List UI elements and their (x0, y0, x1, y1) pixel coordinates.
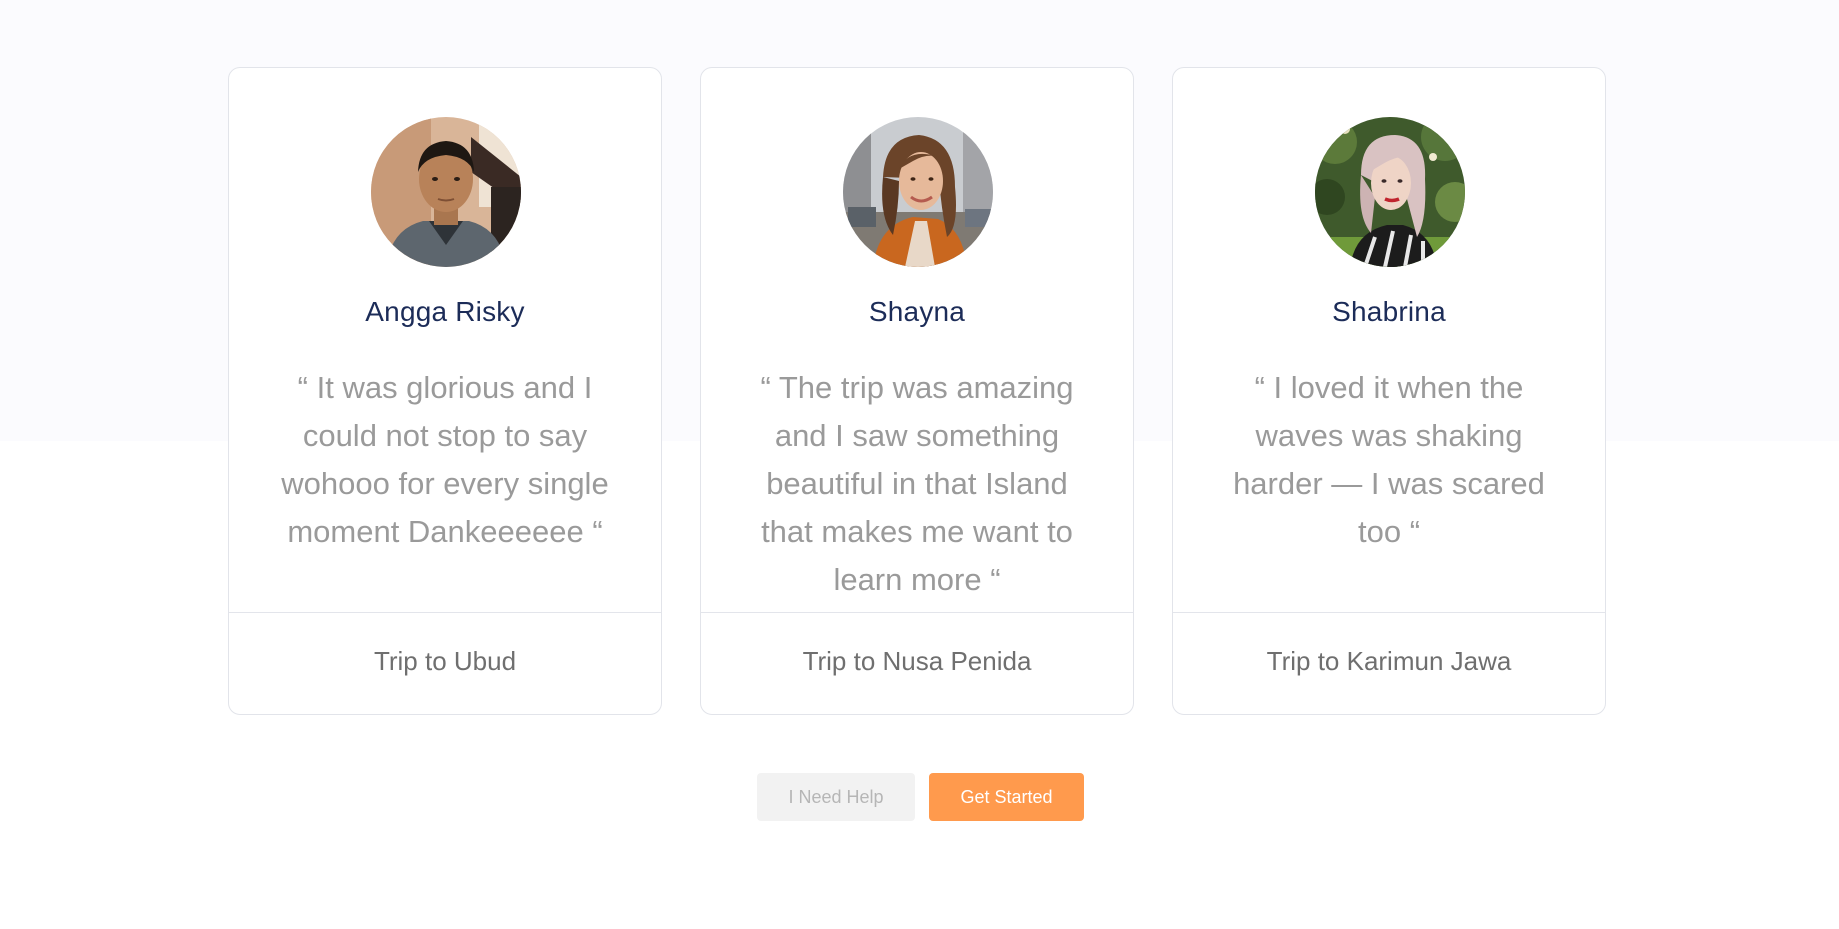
avatar-photo-woman-street (843, 117, 993, 267)
avatar (371, 117, 521, 267)
testimonial-card: Shayna “ The trip was amazing and I saw … (700, 67, 1134, 715)
testimonial-cards: Angga Risky “ It was glorious and I coul… (228, 67, 1606, 715)
testimonial-card: Shabrina “ I loved it when the waves was… (1172, 67, 1606, 715)
testimonial-quote: “ I loved it when the waves was shaking … (1233, 370, 1545, 549)
testimonial-name: Shabrina (1332, 296, 1446, 327)
avatar (843, 117, 993, 267)
testimonial-trip: Trip to Nusa Penida (802, 646, 1032, 676)
testimonial-quote: “ The trip was amazing and I saw somethi… (760, 370, 1074, 597)
i-need-help-button[interactable]: I Need Help (757, 773, 915, 821)
get-started-button[interactable]: Get Started (929, 773, 1084, 821)
testimonial-name: Shayna (868, 296, 966, 327)
avatar-photo-woman-garden (1315, 117, 1465, 267)
avatar (1315, 117, 1465, 267)
testimonial-trip: Trip to Ubud (373, 646, 517, 676)
testimonial-quote: “ It was glorious and I could not stop t… (281, 370, 609, 549)
card-divider (229, 612, 661, 613)
action-buttons: I Need Help Get Started (757, 773, 1084, 821)
card-divider (701, 612, 1133, 613)
testimonial-name: Angga Risky (365, 296, 525, 327)
testimonial-trip: Trip to Karimun Jawa (1266, 646, 1512, 676)
testimonial-card: Angga Risky “ It was glorious and I coul… (228, 67, 662, 715)
avatar-photo-man (371, 117, 521, 267)
card-divider (1173, 612, 1605, 613)
